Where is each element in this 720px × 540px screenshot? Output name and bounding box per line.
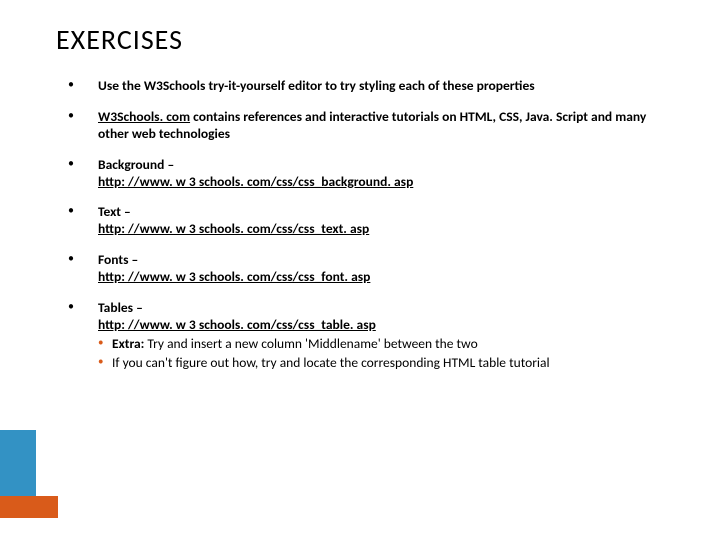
link-url[interactable]: http: //www. w 3 schools. com/css/css_ta…	[98, 316, 376, 333]
link-url[interactable]: http: //www. w 3 schools. com/css/css_te…	[98, 220, 369, 237]
bullet-item: Background – http: //www. w 3 schools. c…	[68, 157, 680, 191]
sub-bullet-item: If you can't figure out how, try and loc…	[98, 355, 680, 372]
bullet-text: W3Schools. com contains references and i…	[98, 108, 646, 142]
bullet-item: Text – http: //www. w 3 schools. com/css…	[68, 204, 680, 238]
decorative-ribbon	[0, 430, 36, 518]
sub-bullet-list: Extra: Try and insert a new column 'Midd…	[98, 336, 680, 372]
extra-label: Extra:	[112, 335, 144, 352]
link-label: Text –	[98, 203, 131, 220]
bullet-item: Fonts – http: //www. w 3 schools. com/cs…	[68, 252, 680, 286]
bullet-item: Use the W3Schools try-it-yourself editor…	[68, 78, 680, 95]
slide-body: Use the W3Schools try-it-yourself editor…	[68, 78, 680, 385]
link-label: Fonts –	[98, 251, 138, 268]
bullet-item: W3Schools. com contains references and i…	[68, 109, 680, 143]
bullet-item: Tables – http: //www. w 3 schools. com/c…	[68, 300, 680, 372]
slide-title: EXERCISES	[56, 22, 183, 57]
bullet-text: Use the W3Schools try-it-yourself editor…	[98, 77, 535, 94]
bullet-list: Use the W3Schools try-it-yourself editor…	[68, 78, 680, 371]
text: If you can't figure out how, try and loc…	[112, 354, 550, 371]
link-url[interactable]: http: //www. w 3 schools. com/css/css_fo…	[98, 268, 370, 285]
sub-bullet-item: Extra: Try and insert a new column 'Midd…	[98, 336, 680, 353]
link-label: Tables –	[98, 299, 143, 316]
site-name: W3Schools. com	[98, 108, 190, 125]
link-label: Background –	[98, 156, 174, 173]
text: Try and insert a new column 'Middlename'…	[144, 335, 477, 352]
link-url[interactable]: http: //www. w 3 schools. com/css/css_ba…	[98, 173, 413, 190]
